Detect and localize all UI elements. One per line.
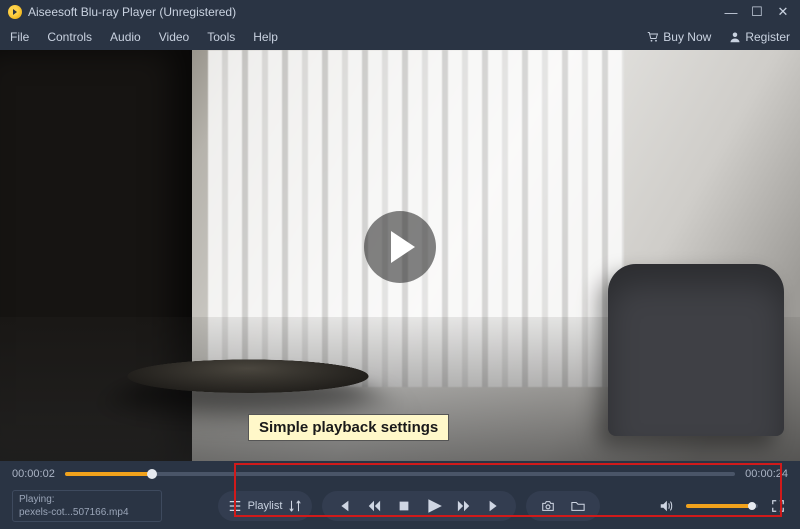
total-duration: 00:00:24 bbox=[745, 468, 788, 480]
register-label: Register bbox=[745, 30, 790, 44]
app-window: Aiseesoft Blu-ray Player (Unregistered) … bbox=[0, 0, 800, 529]
menu-controls[interactable]: Controls bbox=[47, 30, 92, 44]
fast-forward-button[interactable] bbox=[454, 496, 474, 516]
annotation-callout: Simple playback settings bbox=[248, 414, 449, 441]
play-overlay-button[interactable] bbox=[364, 211, 436, 283]
open-folder-button[interactable] bbox=[568, 496, 588, 516]
list-icon bbox=[228, 499, 242, 513]
menu-help[interactable]: Help bbox=[253, 30, 278, 44]
volume-slider[interactable] bbox=[686, 504, 758, 508]
snapshot-button[interactable] bbox=[538, 496, 558, 516]
seek-bar[interactable] bbox=[65, 472, 735, 476]
user-icon bbox=[729, 31, 741, 43]
camera-icon bbox=[541, 499, 555, 513]
folder-icon bbox=[571, 499, 585, 513]
playlist-button[interactable]: Playlist bbox=[218, 491, 313, 521]
volume-button[interactable] bbox=[656, 496, 676, 516]
playlist-label: Playlist bbox=[248, 500, 283, 512]
now-playing-panel: Playing: pexels-cot...507166.mp4 bbox=[12, 490, 162, 522]
register-button[interactable]: Register bbox=[729, 30, 790, 44]
stop-icon bbox=[397, 499, 411, 513]
menu-bar: File Controls Audio Video Tools Help Buy… bbox=[0, 24, 800, 50]
cart-icon bbox=[647, 31, 659, 43]
menu-audio[interactable]: Audio bbox=[110, 30, 141, 44]
fullscreen-icon bbox=[771, 499, 785, 513]
title-bar: Aiseesoft Blu-ray Player (Unregistered) … bbox=[0, 0, 800, 24]
capture-controls bbox=[526, 491, 600, 521]
menu-file[interactable]: File bbox=[10, 30, 29, 44]
minimize-button[interactable]: — bbox=[722, 5, 740, 20]
now-playing-filename: pexels-cot...507166.mp4 bbox=[19, 506, 155, 519]
control-bar: Playing: pexels-cot...507166.mp4 Playlis… bbox=[0, 487, 800, 529]
sort-icon bbox=[288, 499, 302, 513]
rewind-button[interactable] bbox=[364, 496, 384, 516]
video-frame-decor bbox=[608, 264, 784, 437]
progress-row: 00:00:02 00:00:24 bbox=[0, 461, 800, 487]
fast-forward-icon bbox=[457, 499, 471, 513]
transport-controls bbox=[322, 491, 516, 521]
close-button[interactable]: ✕ bbox=[774, 4, 792, 20]
window-title: Aiseesoft Blu-ray Player (Unregistered) bbox=[28, 5, 236, 19]
next-button[interactable] bbox=[484, 496, 504, 516]
current-time: 00:00:02 bbox=[12, 468, 55, 480]
menu-video[interactable]: Video bbox=[159, 30, 189, 44]
buy-now-button[interactable]: Buy Now bbox=[647, 30, 711, 44]
play-button[interactable] bbox=[424, 496, 444, 516]
buy-now-label: Buy Now bbox=[663, 30, 711, 44]
play-icon bbox=[425, 497, 443, 515]
stop-button[interactable] bbox=[394, 496, 414, 516]
fullscreen-button[interactable] bbox=[768, 496, 788, 516]
video-area[interactable] bbox=[0, 50, 800, 461]
maximize-button[interactable]: ☐ bbox=[748, 4, 766, 20]
rewind-icon bbox=[367, 499, 381, 513]
app-logo-icon bbox=[8, 5, 22, 19]
speaker-icon bbox=[659, 499, 673, 513]
skip-next-icon bbox=[487, 499, 501, 513]
menu-tools[interactable]: Tools bbox=[207, 30, 235, 44]
skip-previous-icon bbox=[337, 499, 351, 513]
now-playing-label: Playing: bbox=[19, 493, 155, 506]
previous-button[interactable] bbox=[334, 496, 354, 516]
